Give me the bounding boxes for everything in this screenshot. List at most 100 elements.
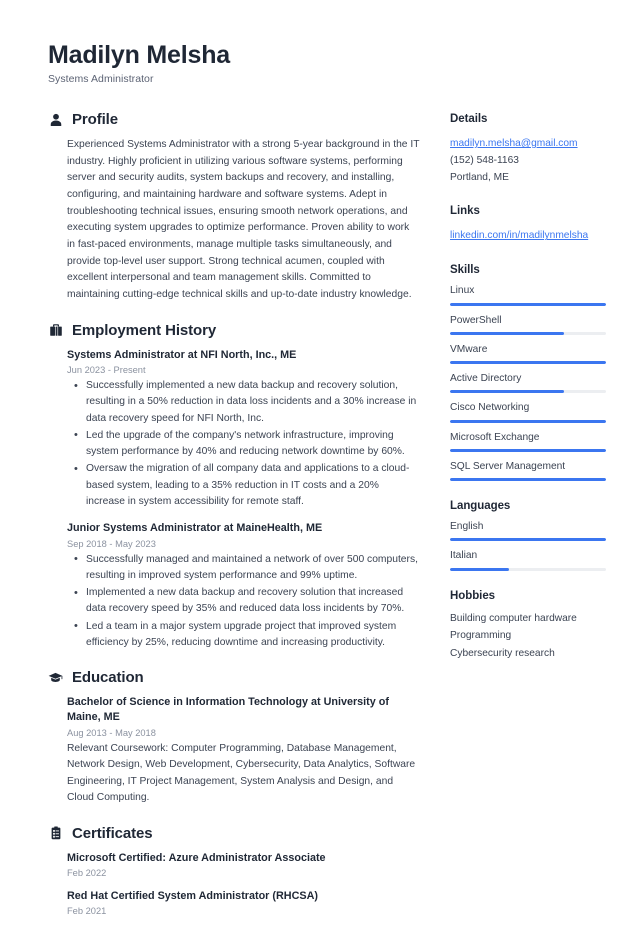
- education-entry-title: Bachelor of Science in Information Techn…: [67, 696, 389, 724]
- sidebar-column: Details madilyn.melsha@gmail.com (152) 5…: [450, 111, 612, 681]
- skill-label: Microsoft Exchange: [450, 431, 540, 443]
- employment-entry: Systems Administrator at NFI North, Inc.…: [67, 348, 420, 510]
- sidebar-links-title: Links: [450, 205, 480, 218]
- sidebar-links: Links linkedin.com/in/madilynmelsha: [450, 205, 612, 245]
- language-bar-track: [450, 538, 606, 542]
- skill-item: VMware: [450, 343, 612, 365]
- certificate-entry: Red Hat Certified System Administrator (…: [67, 889, 420, 916]
- skill-bar-track: [450, 331, 606, 335]
- employment-entry-date: Jun 2023 - Present: [67, 365, 146, 376]
- skill-item: SQL Server Management: [450, 460, 612, 482]
- bullet-item: Led a team in a major system upgrade pro…: [67, 618, 420, 652]
- skill-bar-track: [450, 419, 606, 423]
- section-certificates: Certificates Microsoft Certified: Azure …: [48, 825, 420, 917]
- profile-text: Experienced Systems Administrator with a…: [67, 139, 420, 301]
- language-bar-track: [450, 567, 606, 571]
- section-profile-title: Profile: [72, 111, 118, 128]
- bullet-item: Implemented a new data backup and recove…: [67, 585, 420, 618]
- bullet-item: Successfully managed and maintained a ne…: [67, 551, 420, 585]
- skill-bar-track: [450, 390, 606, 394]
- resume-columns: Profile Experienced Systems Administrato…: [48, 111, 606, 934]
- section-employment-header: Employment History: [48, 322, 420, 339]
- sidebar-details: Details madilyn.melsha@gmail.com (152) 5…: [450, 113, 612, 186]
- skill-bar-fill: [450, 302, 606, 306]
- certificate-entry-title: Red Hat Certified System Administrator (…: [67, 889, 318, 902]
- section-employment: Employment History Systems Administrator…: [48, 322, 420, 651]
- sidebar-hobbies-title: Hobbies: [450, 589, 496, 602]
- skill-bar-track: [450, 448, 606, 452]
- candidate-job-title: Systems Administrator: [48, 73, 154, 85]
- skill-bar-fill: [450, 448, 606, 452]
- bullet-item: Oversaw the migration of all company dat…: [67, 461, 420, 510]
- skill-bar-fill: [450, 390, 564, 394]
- skill-bar-fill: [450, 331, 564, 335]
- education-entry-date: Aug 2013 - May 2018: [67, 727, 156, 738]
- skill-label: VMware: [450, 343, 488, 355]
- skill-label: Cisco Networking: [450, 402, 530, 414]
- language-item: Italian: [450, 549, 612, 571]
- employment-entry: Junior Systems Administrator at MaineHea…: [67, 521, 420, 651]
- employment-entry-date: Sep 2018 - May 2023: [67, 538, 156, 549]
- resume-header: Madilyn Melsha Systems Administrator: [48, 40, 592, 85]
- skill-label: Linux: [450, 285, 475, 297]
- skill-item: Active Directory: [450, 372, 612, 394]
- section-profile: Profile Experienced Systems Administrato…: [48, 111, 420, 304]
- hobby-item: Building computer hardware: [450, 612, 577, 624]
- bullet-item: Led the upgrade of the company's network…: [67, 427, 420, 461]
- employment-entry-title: Systems Administrator at NFI North, Inc.…: [67, 348, 297, 361]
- certificate-entry-title: Microsoft Certified: Azure Administrator…: [67, 851, 326, 864]
- language-label: English: [450, 521, 484, 533]
- candidate-name: Madilyn Melsha: [48, 41, 230, 69]
- skill-label: SQL Server Management: [450, 460, 566, 472]
- clipboard-icon: [48, 826, 63, 841]
- sidebar-skills-title: Skills: [450, 264, 480, 277]
- skill-label: PowerShell: [450, 314, 502, 326]
- education-entry: Bachelor of Science in Information Techn…: [67, 695, 420, 807]
- education-entry-description: Relevant Coursework: Computer Programmin…: [67, 742, 416, 804]
- hobby-item: Cybersecurity research: [450, 647, 555, 659]
- skill-item: Cisco Networking: [450, 401, 612, 423]
- section-certificates-body: Microsoft Certified: Azure Administrator…: [48, 851, 420, 917]
- sidebar-skills: Skills Linux PowerShell VMware Active Di…: [450, 264, 612, 482]
- resume-page: Madilyn Melsha Systems Administrator Pro…: [0, 0, 640, 916]
- section-profile-body: Experienced Systems Administrator with a…: [48, 137, 420, 304]
- section-education: Education Bachelor of Science in Informa…: [48, 669, 420, 807]
- skill-bar-fill: [450, 419, 606, 423]
- bullet-item: Successfully implemented a new data back…: [67, 378, 420, 427]
- sidebar-languages: Languages English Italian: [450, 500, 612, 571]
- section-profile-header: Profile: [48, 111, 420, 128]
- hobby-item: Programming: [450, 630, 512, 642]
- skill-item: Microsoft Exchange: [450, 431, 612, 452]
- graduation-cap-icon: [48, 670, 63, 685]
- skill-bar-track: [450, 302, 606, 306]
- language-label: Italian: [450, 550, 478, 562]
- certificate-entry: Microsoft Certified: Azure Administrator…: [67, 851, 420, 878]
- main-column: Profile Experienced Systems Administrato…: [48, 111, 420, 934]
- skill-bar-fill: [450, 361, 606, 365]
- linkedin-link[interactable]: linkedin.com/in/madilynmelsha: [450, 228, 588, 245]
- skill-item: PowerShell: [450, 314, 612, 335]
- language-bar-fill: [450, 538, 606, 542]
- employment-entry-bullets: Successfully implemented a new data back…: [67, 378, 420, 510]
- briefcase-icon: [48, 323, 63, 338]
- email-link[interactable]: madilyn.melsha@gmail.com: [450, 136, 578, 153]
- certificate-entry-date: Feb 2021: [67, 906, 107, 917]
- sidebar-hobbies: Hobbies Building computer hardware Progr…: [450, 590, 612, 663]
- section-certificates-header: Certificates: [48, 825, 420, 842]
- employment-entry-bullets: Successfully managed and maintained a ne…: [67, 551, 420, 652]
- skill-item: Linux: [450, 284, 612, 306]
- phone-number: (152) 548-1163: [450, 154, 519, 166]
- language-item: English: [450, 520, 612, 542]
- user-icon: [48, 112, 63, 127]
- skill-bar-track: [450, 478, 606, 482]
- skill-bar-track: [450, 361, 606, 365]
- section-employment-title: Employment History: [72, 321, 217, 339]
- sidebar-languages-title: Languages: [450, 500, 511, 513]
- skill-label: Active Directory: [450, 373, 522, 385]
- section-education-title: Education: [72, 669, 144, 687]
- language-bar-fill: [450, 567, 510, 571]
- sidebar-details-title: Details: [450, 113, 488, 125]
- location-text: Portland, ME: [450, 171, 509, 183]
- section-education-body: Bachelor of Science in Information Techn…: [48, 695, 420, 807]
- section-employment-body: Systems Administrator at NFI North, Inc.…: [48, 348, 420, 651]
